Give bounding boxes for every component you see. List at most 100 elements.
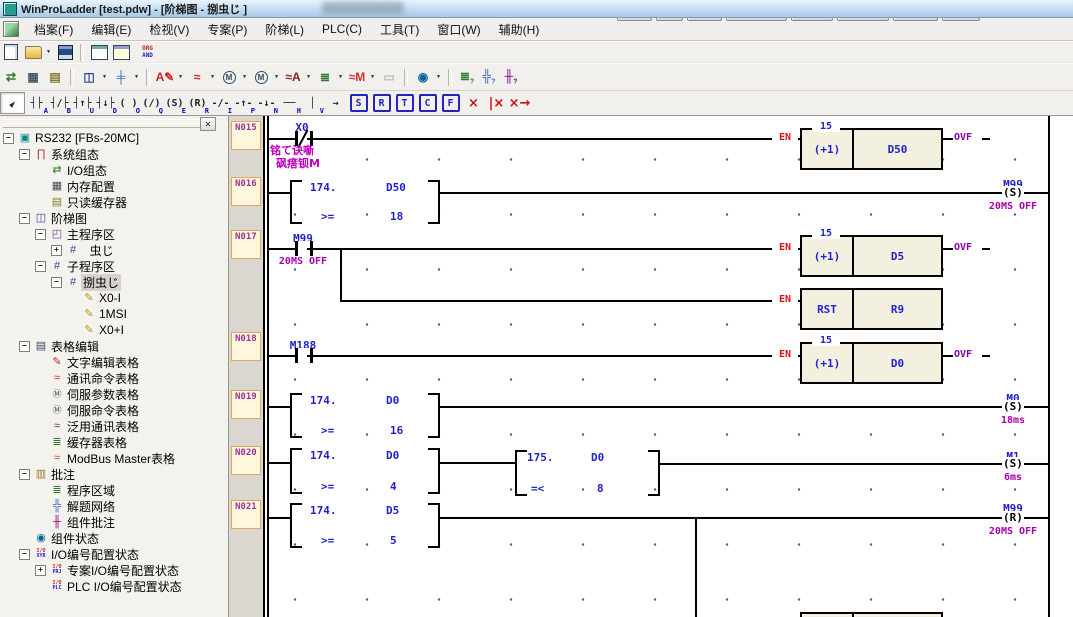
menu-plc[interactable]: PLC(C): [313, 20, 371, 38]
org-and-button[interactable]: ORG AND: [133, 43, 159, 61]
expander-collapse-icon[interactable]: −: [35, 229, 46, 240]
expander-collapse-icon[interactable]: −: [19, 469, 30, 480]
compare-block[interactable]: 175. D0 =< 8: [515, 450, 660, 496]
monitor-window-dropdown[interactable]: ▼: [434, 68, 443, 86]
tree-item-program-area-comment[interactable]: ≣程序区域: [0, 482, 228, 498]
set-coil[interactable]: (S): [1002, 400, 1024, 413]
arrow-tool[interactable]: →: [324, 93, 347, 113]
tree-item-component-comment[interactable]: ╫组件批注: [0, 514, 228, 530]
menu-tool[interactable]: 工具(T): [371, 19, 428, 40]
falling-pulse-tool[interactable]: -↓-N: [255, 93, 278, 113]
tree-item-table-edit[interactable]: −▤表格编辑: [0, 338, 228, 354]
expander-collapse-icon[interactable]: −: [19, 213, 30, 224]
tree-item-1msi[interactable]: ✎1MSI: [0, 306, 228, 322]
tree-item-project-io-status[interactable]: +I/OPRJ专案I/O编号配置状态: [0, 562, 228, 578]
tree-item-general-comm-table[interactable]: ≈泛用通讯表格: [0, 418, 228, 434]
reset-coil[interactable]: (R): [1002, 511, 1024, 524]
expander-expand-icon[interactable]: +: [51, 245, 62, 256]
ladder-window-dropdown[interactable]: ▼: [100, 68, 109, 86]
tree-item-subprogram[interactable]: −#捌虫じ: [0, 274, 228, 290]
coil-negated-tool[interactable]: (/)Q: [140, 93, 163, 113]
coil-tool[interactable]: ( )O: [117, 93, 140, 113]
tree-item-rs232[interactable]: −▣RS232 [FBs-20MC]: [0, 130, 228, 146]
component-comment-button[interactable]: ╫?: [501, 68, 521, 86]
expander-collapse-icon[interactable]: −: [19, 549, 30, 560]
compare-block[interactable]: 174. D0 >= 4: [290, 448, 440, 494]
menu-help[interactable]: 辅助(H): [490, 19, 549, 40]
select-tool[interactable]: ►: [0, 92, 25, 114]
delete-vertical-tool[interactable]: |×: [485, 93, 508, 113]
text-edit-dropdown[interactable]: ▼: [176, 68, 185, 86]
expander-collapse-icon[interactable]: −: [51, 277, 62, 288]
general-comm-table-button[interactable]: ≈A: [283, 68, 303, 86]
tree-item-readonly-register[interactable]: ▤只读缓存器: [0, 194, 228, 210]
project-window-button[interactable]: [89, 43, 109, 61]
function-block-inc-d50[interactable]: (+1) D50: [800, 128, 943, 170]
register-table-dropdown[interactable]: ▼: [336, 68, 345, 86]
table-window-button[interactable]: [111, 43, 131, 61]
menu-file[interactable]: 档案(F): [25, 19, 82, 40]
network-label-n016[interactable]: N016: [231, 177, 261, 206]
tree-item-modbus-master-table[interactable]: ≈ModBus Master表格: [0, 450, 228, 466]
program-area-comment-button[interactable]: ≣?: [457, 68, 477, 86]
step-instruction-tool[interactable]: S: [347, 93, 370, 113]
network-label-n021[interactable]: N021: [231, 500, 261, 529]
expander-collapse-icon[interactable]: −: [19, 341, 30, 352]
ladder-window-button[interactable]: ◫: [79, 68, 99, 86]
network-label-n017[interactable]: N017: [231, 230, 261, 259]
tree-item-comments[interactable]: −▥批注: [0, 466, 228, 482]
tree-item-subprogram-area[interactable]: −#子程序区: [0, 258, 228, 274]
menu-view[interactable]: 检视(V): [140, 19, 198, 40]
counter-instruction-tool[interactable]: C: [416, 93, 439, 113]
network-label-n019[interactable]: N019: [231, 390, 261, 419]
network-label-n020[interactable]: N020: [231, 446, 261, 475]
timer-instruction-tool[interactable]: T: [393, 93, 416, 113]
tree-item-main-program[interactable]: −◰主程序区: [0, 226, 228, 242]
servo-param-table-button[interactable]: M: [219, 68, 239, 86]
close-panel-button[interactable]: ✕: [200, 117, 216, 131]
tree-item-text-edit-table[interactable]: ✎文字编辑表格: [0, 354, 228, 370]
tree-item-servo-param-table[interactable]: Ⓜ伺服参数表格: [0, 386, 228, 402]
new-document-button[interactable]: [1, 43, 21, 61]
contact-no-tool[interactable]: ┤├A: [25, 93, 48, 113]
io-config-button[interactable]: ⇄: [1, 68, 21, 86]
save-button[interactable]: [55, 43, 75, 61]
comm-command-table-button[interactable]: ≈: [187, 68, 207, 86]
contact-rising-tool[interactable]: ┤↑├U: [71, 93, 94, 113]
modbus-master-table-button[interactable]: ≈M: [347, 68, 367, 86]
servo-command-table-button[interactable]: M: [251, 68, 271, 86]
tree-item-system-config[interactable]: −∏系统组态: [0, 146, 228, 162]
inverter-tool[interactable]: -/-I: [209, 93, 232, 113]
general-comm-dropdown[interactable]: ▼: [304, 68, 313, 86]
function-block-rst-r9[interactable]: RST R9: [800, 288, 943, 330]
compare-block[interactable]: 174. D50 >= 18: [290, 180, 440, 224]
network-comment-button[interactable]: ╬?: [479, 68, 499, 86]
comm-command-dropdown[interactable]: ▼: [208, 68, 217, 86]
contact-nc-tool[interactable]: ┤/├B: [48, 93, 71, 113]
open-dropdown[interactable]: ▼: [44, 43, 53, 61]
set-coil[interactable]: (S): [1002, 186, 1024, 199]
open-button[interactable]: [23, 43, 43, 61]
expander-collapse-icon[interactable]: −: [3, 133, 14, 144]
monitor-window-button[interactable]: ◉: [413, 68, 433, 86]
expander-collapse-icon[interactable]: −: [35, 261, 46, 272]
tree-item-memory-config[interactable]: ▦内存配置: [0, 178, 228, 194]
rising-pulse-tool[interactable]: -↑-P: [232, 93, 255, 113]
tree-item-io-config[interactable]: ⇄I/O组态: [0, 162, 228, 178]
tree-item-component-status[interactable]: ◉组件状态: [0, 530, 228, 546]
function-block-partial[interactable]: [800, 612, 943, 617]
servo-param-dropdown[interactable]: ▼: [240, 68, 249, 86]
vertical-line-tool[interactable]: │V: [301, 93, 324, 113]
function-block-inc-d5[interactable]: (+1) D5: [800, 235, 943, 277]
menu-ladder[interactable]: 阶梯(L): [256, 19, 313, 40]
contact-falling-tool[interactable]: ┤↓├D: [94, 93, 117, 113]
menu-window[interactable]: 窗口(W): [428, 19, 489, 40]
tree-item-register-table[interactable]: ≣缓存器表格: [0, 434, 228, 450]
function-instruction-tool[interactable]: F: [439, 93, 462, 113]
tree-item-x0-plus-i[interactable]: ✎X0+I: [0, 322, 228, 338]
menu-project[interactable]: 专案(P): [198, 19, 256, 40]
table-grid-dropdown[interactable]: ▼: [132, 68, 141, 86]
modbus-master-dropdown[interactable]: ▼: [368, 68, 377, 86]
set-coil[interactable]: (S): [1002, 457, 1024, 470]
compare-block[interactable]: 174. D0 >= 16: [290, 393, 440, 438]
